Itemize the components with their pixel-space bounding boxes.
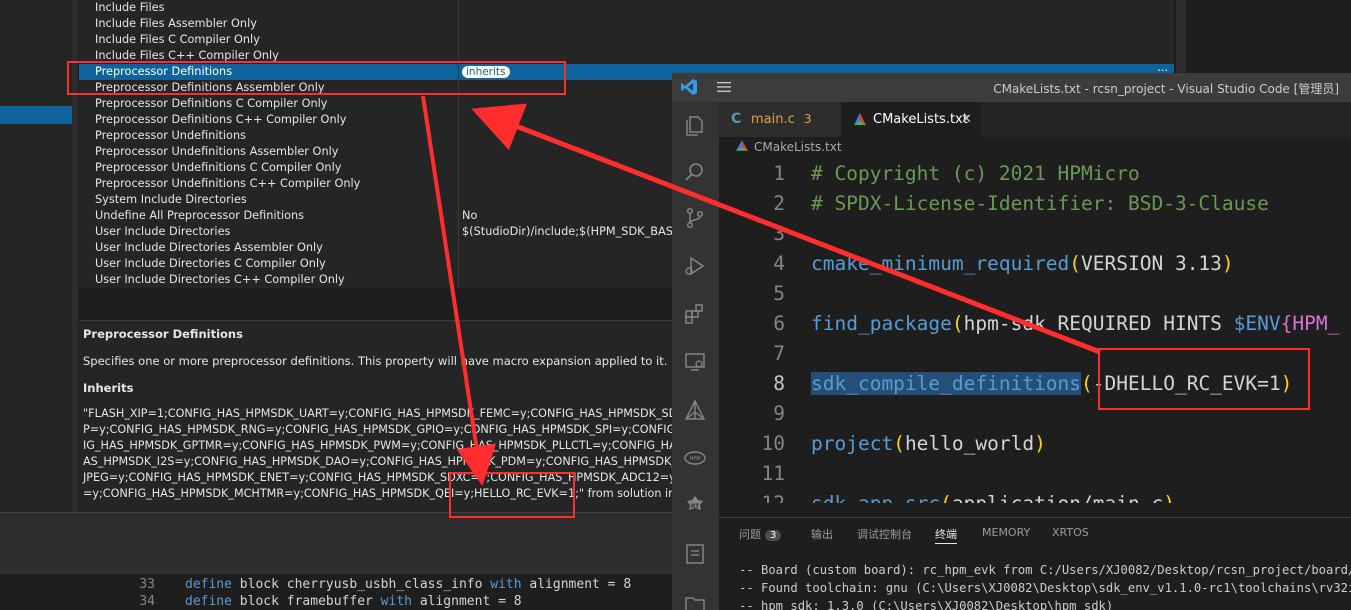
annotation-arrows [421, 95, 1101, 486]
annotation-arrow-to-row [471, 103, 1101, 355]
annotation-arrow-to-inherits [421, 95, 497, 486]
